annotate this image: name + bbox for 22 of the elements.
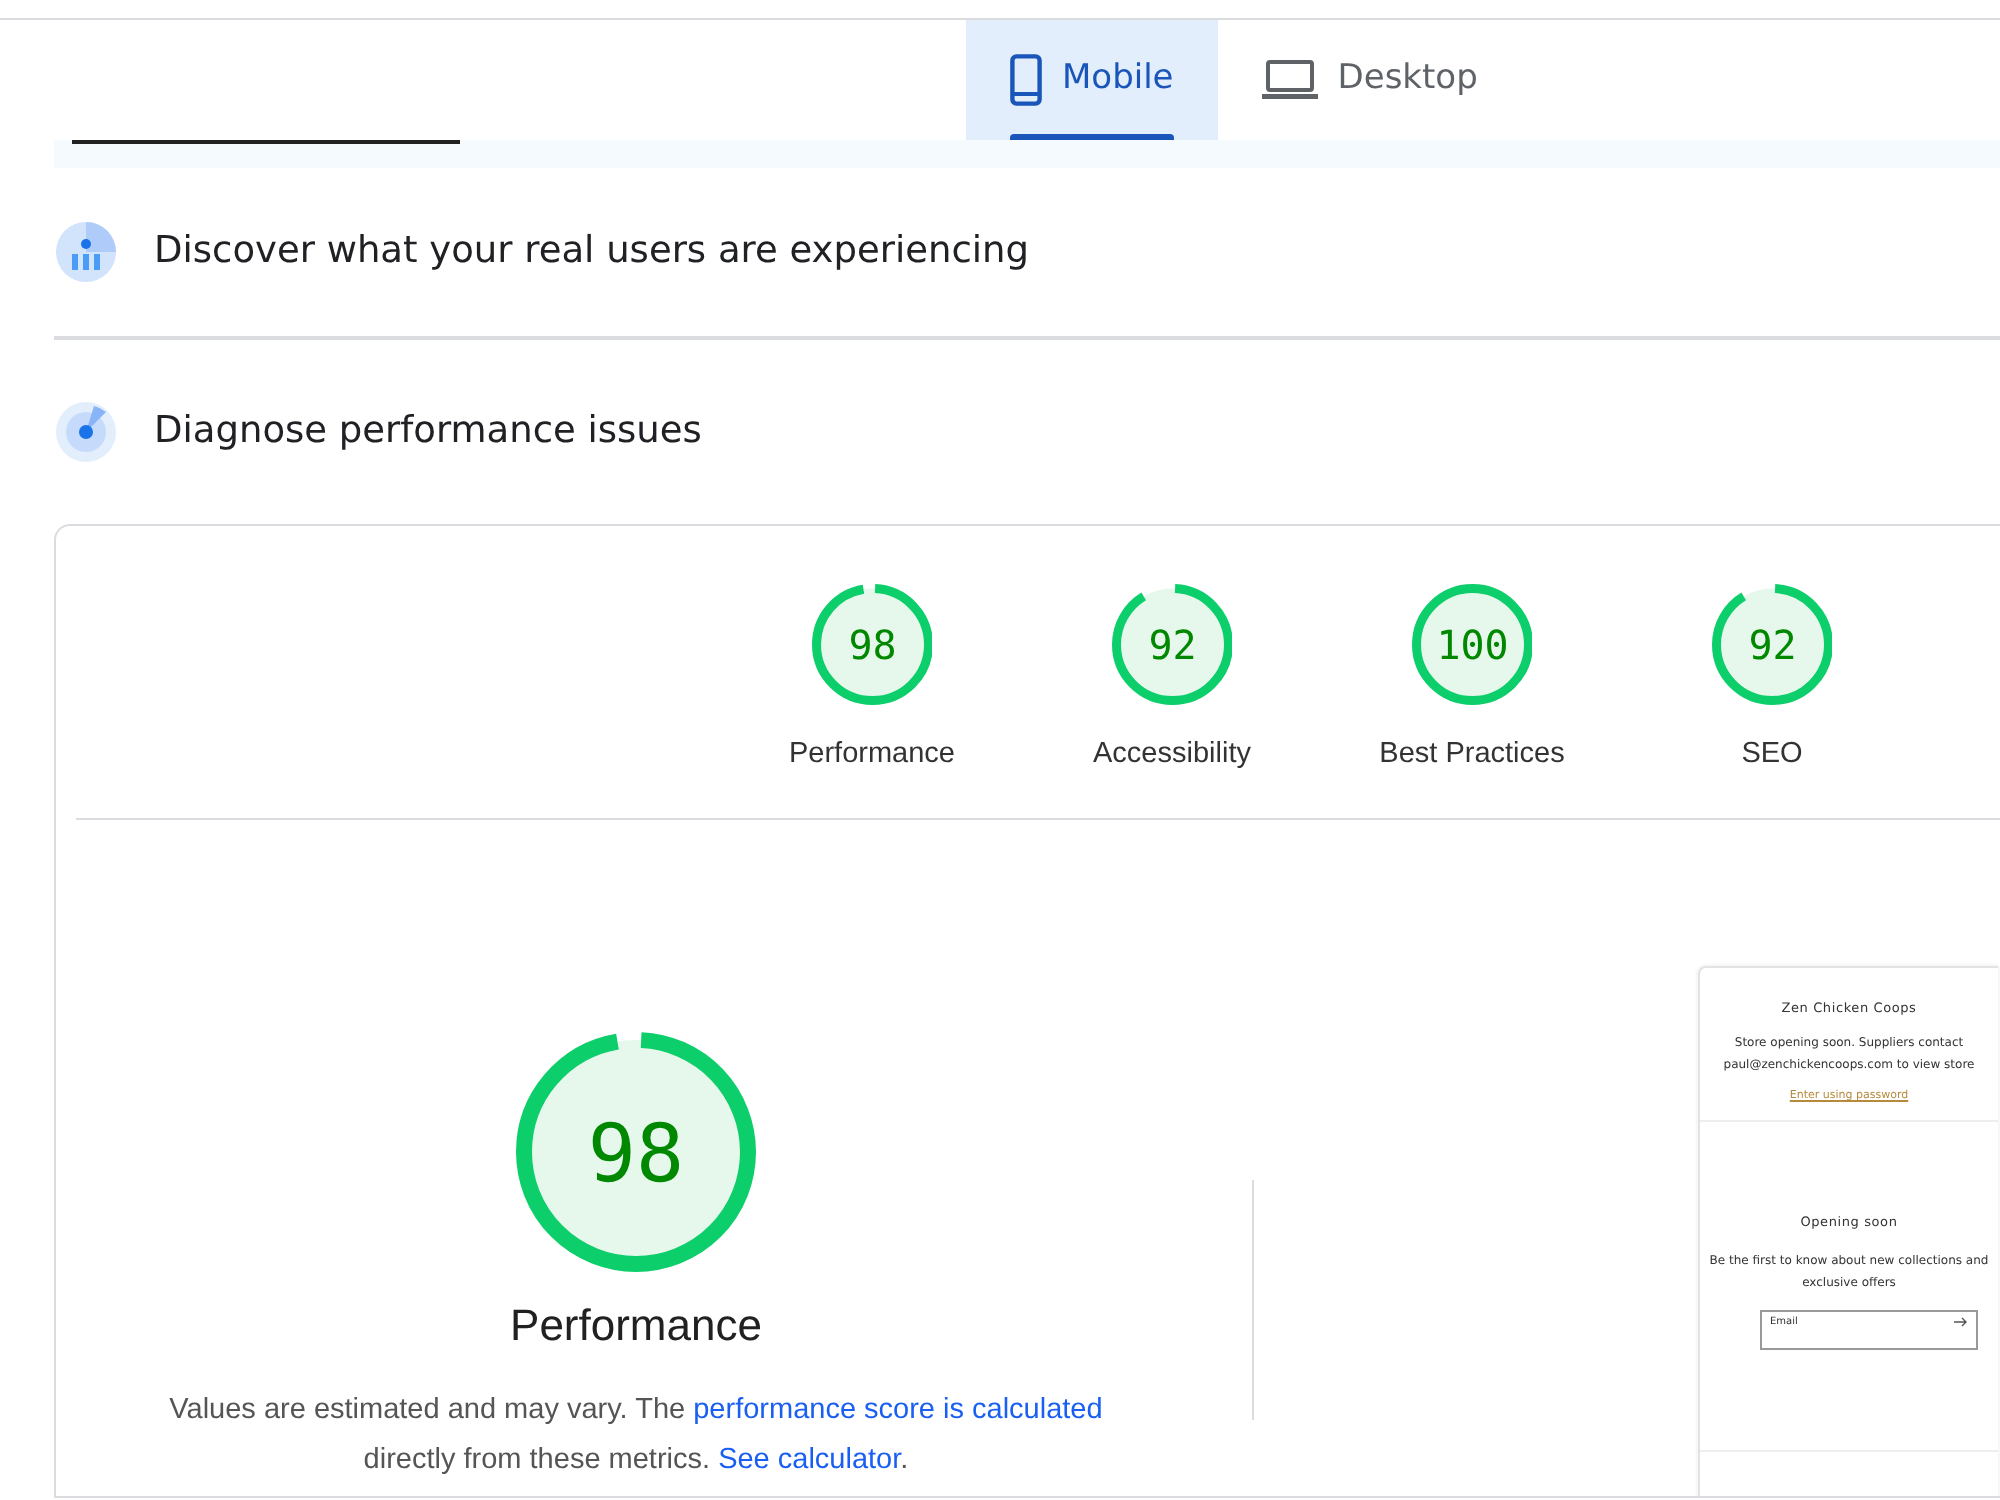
arrow-icon bbox=[1954, 1315, 1968, 1328]
device-tab[interactable]: Desktop bbox=[1217, 20, 1522, 140]
score-link[interactable]: performance score is calculated bbox=[693, 1394, 1103, 1426]
radar-icon bbox=[54, 400, 118, 464]
calculator-link[interactable]: See calculator bbox=[718, 1444, 901, 1476]
device-tab[interactable]: Mobile bbox=[966, 20, 1218, 140]
score-gauge: 100 bbox=[1411, 584, 1533, 705]
score-gauge: 98 bbox=[811, 584, 933, 705]
users-chart-icon bbox=[54, 220, 118, 284]
score-gauge: 92 bbox=[1711, 584, 1833, 705]
score-label: SEO bbox=[1741, 735, 1803, 773]
performance-gauge: 98 bbox=[516, 1032, 756, 1272]
score-label: Best Practices bbox=[1379, 735, 1565, 773]
phone-icon bbox=[1010, 54, 1042, 106]
performance-title: Performance bbox=[510, 1298, 762, 1354]
laptop-icon bbox=[1261, 58, 1318, 102]
score-note: Values are estimated and may vary. The performance score is calculated directly from these metrics. See calculator. bbox=[167, 1392, 1105, 1480]
section-title: Discover what your real users are experiencing bbox=[154, 228, 1030, 277]
score-label: Accessibility bbox=[1093, 735, 1251, 773]
section-title: Diagnose performance issues bbox=[154, 408, 702, 457]
score-gauge: 92 bbox=[1111, 584, 1233, 705]
score-label: Performance bbox=[788, 735, 955, 773]
